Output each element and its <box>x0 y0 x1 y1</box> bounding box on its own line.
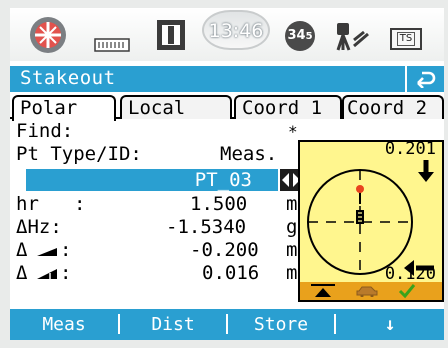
page-title: Stakeout <box>20 67 116 89</box>
meas-button[interactable]: Meas <box>10 309 118 340</box>
graphic-status-bar <box>300 282 442 300</box>
find-value[interactable]: * <box>288 121 298 142</box>
title-bar: Stakeout <box>10 66 444 92</box>
device-screen: 13:46 345 TS Stakeout Polar Local Coord … <box>10 8 444 340</box>
status-bar: 13:46 345 TS <box>10 8 444 61</box>
tab-coord-1[interactable]: Coord 1 <box>234 95 342 119</box>
find-row: Find: * <box>10 120 298 142</box>
delta-height-colon: : <box>60 262 72 284</box>
back-button[interactable] <box>405 66 444 92</box>
hr-value[interactable]: 1.500 <box>190 194 247 215</box>
delta-hz-value: -1.5340 <box>166 216 247 238</box>
delta-offset-unit: m <box>286 239 298 261</box>
vehicle-icon <box>356 286 378 297</box>
delta-hz-label: ΔHz: <box>16 216 62 238</box>
slope-flat-icon <box>37 248 57 256</box>
ts-card-icon[interactable]: TS <box>390 28 422 50</box>
delta-height-label: Δ <box>16 262 28 284</box>
battery-bar-icon <box>94 38 130 52</box>
delta-offset-colon: : <box>60 239 72 261</box>
clock-time: 13:46 <box>208 20 264 42</box>
delta-offset-row: Δ : -0.200 m <box>10 239 298 261</box>
delta-hz-row: ΔHz: -1.5340 g <box>10 216 298 238</box>
delta-height-value: 0.016 <box>202 262 260 284</box>
page-down-button[interactable]: ↓ <box>336 309 444 340</box>
input-mode-I-icon[interactable] <box>157 20 185 50</box>
satellite-count-icon[interactable]: 345 <box>285 21 315 51</box>
pt-type-row: Pt Type/ID: Meas. <box>10 144 294 165</box>
delta-offset-label: Δ <box>16 239 28 261</box>
delta-offset-value: -0.200 <box>190 239 259 261</box>
softkey-bar: Meas Dist Store ↓ <box>10 309 444 340</box>
tab-label: Polar <box>20 97 78 119</box>
hr-label: hr <box>16 193 39 215</box>
target-prism-icon[interactable] <box>28 15 68 55</box>
target-circle-graphic <box>307 160 434 276</box>
tripod-instrument-icon[interactable] <box>334 20 370 52</box>
point-id-field[interactable]: PT_03 <box>26 169 278 191</box>
store-button[interactable]: Store <box>228 309 334 340</box>
prism-direction-icon <box>311 284 335 297</box>
tab-local[interactable]: Local <box>120 95 232 119</box>
checkmark-icon <box>398 284 416 299</box>
delta-height-row: Δ : 0.016 m <box>10 262 298 284</box>
hr-unit: m <box>286 193 298 215</box>
delta-hz-unit: g <box>286 216 298 238</box>
ts-label: TS <box>396 32 416 46</box>
delta-height-unit: m <box>286 262 298 284</box>
tab-label: Local <box>128 97 186 119</box>
tab-label: Coord 1 <box>242 97 323 119</box>
hr-row: hr : 1.500 m <box>10 193 298 215</box>
dist-button[interactable]: Dist <box>120 309 226 340</box>
clock: 13:46 <box>202 10 270 50</box>
tab-bar: Polar Local Coord 1 Coord 2 <box>10 95 444 121</box>
stakeout-graphic-panel: 0.201 0.120 <box>298 139 444 302</box>
tab-coord-2[interactable]: Coord 2 <box>342 95 444 119</box>
graphic-bottom-value: 0.120 <box>384 264 436 284</box>
tab-polar[interactable]: Polar <box>12 95 116 121</box>
return-arrow-icon <box>416 71 435 89</box>
satellite-count: 34 <box>287 28 306 43</box>
slope-steep-icon <box>37 269 57 279</box>
find-label: Find: <box>16 120 74 142</box>
pt-type-value[interactable]: Meas. <box>220 144 277 165</box>
tab-label: Coord 2 <box>347 97 428 119</box>
satellite-count-sub: 5 <box>305 31 313 42</box>
pt-type-label: Pt Type/ID: <box>16 143 142 165</box>
hr-colon: : <box>74 193 86 215</box>
